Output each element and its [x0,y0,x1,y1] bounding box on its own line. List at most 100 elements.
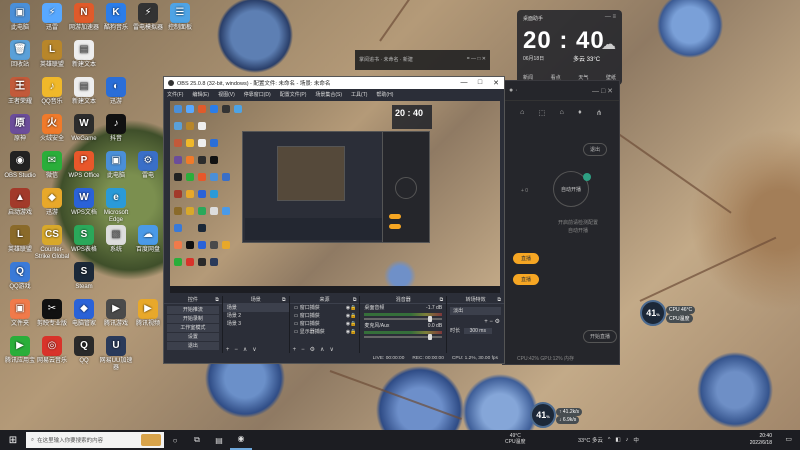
network-gauge[interactable]: 41% [530,402,556,428]
notification-icon[interactable]: ▭ [785,435,792,443]
desktop-icon[interactable]: ☰ 控制面板 [161,3,199,32]
menu-docks[interactable]: 停靠窗口(D) [244,91,271,98]
side-app-window-controls[interactable]: — □ ✕ [592,87,613,95]
background-window-controls[interactable]: = — □ ✕ [467,56,486,62]
move-down-icon[interactable]: ∨ [329,346,333,353]
volume-slider[interactable] [364,334,443,340]
maximize-button[interactable]: □ [472,79,488,87]
preview-desktop-icon [174,224,182,232]
volume-icon[interactable]: ♪ [626,437,629,443]
exit-obs-button[interactable]: 退出 [167,342,219,350]
desktop-icon[interactable]: S Steam [65,262,103,291]
dock-float-icon[interactable]: ⧉ [353,296,357,304]
start-button[interactable]: ⊞ [0,435,26,446]
share-icon[interactable]: ⋔ [596,109,602,117]
add-transition-icon[interactable]: + [484,319,488,325]
desktop-icon[interactable]: Q QQ游戏 [1,262,39,291]
desktop-icon[interactable]: ▶ 腾讯视频 [129,299,167,328]
home-icon[interactable]: ⌂ [520,109,524,117]
source-label: 显示器捕获 [299,329,325,335]
source-item[interactable]: ▭ 窗口捕获 ◉🔒 [290,304,360,312]
remove-transition-icon[interactable]: − [489,319,493,325]
exit-button[interactable]: 退出 [583,143,608,156]
dock-float-icon[interactable]: ⧉ [282,296,286,304]
volume-slider-handle[interactable] [428,316,433,322]
start-recording-button[interactable]: 开始录制 [167,315,219,323]
obs-window[interactable]: OBS 25.0.8 (32-bit, windows) - 配置文件: 未命名… [163,76,505,364]
input-method-icon[interactable]: 中 [633,436,639,444]
transition-settings-icon[interactable]: ⚙ [495,319,500,325]
source-item[interactable]: ▭ 显示器捕获 ◉🔒 [290,328,360,336]
visibility-eye-icon[interactable]: ◉🔒 [346,312,357,320]
settings-button[interactable]: 设置 [167,333,219,341]
obs-taskbar-icon[interactable]: ◉ [230,430,252,450]
dock-float-icon[interactable]: ⧉ [440,296,444,304]
desktop-icon[interactable]: ☁ 百度网盘 [129,225,167,254]
taskbar-clock[interactable]: 20:40 2022/6/18 [750,433,772,447]
duration-input[interactable]: 300 ms [463,328,492,334]
close-button[interactable]: ✕ [488,79,504,87]
task-view-icon[interactable]: ○ [164,436,186,445]
obs-preview-canvas[interactable]: 20 : 40 [170,101,500,293]
widget-menu-icon[interactable]: — ≡ [605,14,616,20]
transition-select[interactable]: 淡出 [450,307,501,315]
background-window[interactable]: 掌阅追书 · 未命名 · 新建 = — □ ✕ [355,50,490,70]
volume-slider[interactable] [364,316,443,322]
menu-scene-collection[interactable]: 场景集合(S) [315,91,342,98]
dock-float-icon[interactable]: ⧉ [497,296,501,304]
studio-mode-button[interactable]: 工作室模式 [167,324,219,332]
taskbar-app-icon[interactable]: ⧉ [186,435,208,445]
source-item[interactable]: ▭ 窗口捕获 ◉🔒 [290,312,360,320]
menu-edit[interactable]: 编辑(E) [192,91,209,98]
scene-item[interactable]: 场景 [222,304,289,312]
menu-view[interactable]: 视图(V) [218,91,235,98]
visibility-eye-icon[interactable]: ◉🔒 [346,304,357,312]
taskbar-search-box[interactable]: ⌕ 在这里输入你要搜索的内容 [26,432,164,448]
menu-help[interactable]: 帮助(H) [376,91,393,98]
add-scene-icon[interactable]: + [226,347,230,353]
gift-icon[interactable]: ⬚ [539,109,546,117]
start-live-button[interactable]: 开始直播 [583,330,618,343]
move-up-icon[interactable]: ∧ [320,346,324,353]
desktop-icon[interactable]: ♪ 抖音 [97,114,135,143]
source-item[interactable]: ▭ 窗口捕获 ◉🔒 [290,320,360,328]
scene-item[interactable]: 场景 3 [223,320,289,328]
source-settings-icon[interactable]: ⚙ [310,346,315,353]
live-button-1[interactable]: 直播 [513,253,540,264]
move-up-icon[interactable]: ∧ [243,346,247,353]
desktop-icon[interactable]: ▤ 新建文本 [65,40,103,69]
clock-weather-widget[interactable]: 桌面助手 — ≡ 20 : 40 ☁ 06月18日 多云 33°C 新闻 看点 … [517,10,622,85]
add-source-icon[interactable]: + [293,347,297,353]
cpu-gauge[interactable]: 41% [640,300,666,326]
start-streaming-button[interactable]: 开始推流 [167,306,219,314]
minimize-button[interactable]: — [456,79,472,87]
desktop-icon[interactable]: ⚙ 雷电 [129,151,167,180]
scene-item[interactable]: 场景 2 [223,312,289,320]
menu-file[interactable]: 文件(F) [167,91,183,98]
weather-tray[interactable]: 33°C 多云 [578,436,603,444]
desktop-icon[interactable]: U 网易UU加速器 [97,336,135,372]
dock-float-icon[interactable]: ⧉ [215,296,219,304]
visibility-eye-icon[interactable]: ◉🔒 [346,320,357,328]
lock-icon[interactable]: ⌂ [560,109,564,117]
remove-source-icon[interactable]: − [301,347,305,353]
visibility-eye-icon[interactable]: ◉🔒 [346,328,357,336]
preview-desktop-icon [210,241,218,249]
network-icon[interactable]: ◧ [615,437,620,443]
app-icon: ▶ [106,299,126,319]
live-button-2[interactable]: 直播 [513,274,540,285]
streaming-assistant-app[interactable]: ● · — □ ✕ ⌂ ⬚ ⌂ ♦ ⋔ 退出 + 0 自动开播 开启前请检测配置… [502,80,620,365]
file-explorer-icon[interactable]: ▤ [208,436,230,445]
volume-slider-handle[interactable] [428,334,433,340]
menu-tools[interactable]: 工具(T) [351,91,367,98]
desktop-icon-label: 控制面板 [167,25,192,31]
side-app-avatar[interactable]: ● · [509,87,518,94]
bell-icon[interactable]: ♦ [578,109,582,117]
tray-expand-icon[interactable]: ^ [608,437,611,443]
desktop-icon[interactable]: ◐ 迅游 [97,77,135,106]
desktop-icon[interactable]: e Microsoft Edge [97,188,135,224]
move-down-icon[interactable]: ∨ [252,346,256,353]
remove-scene-icon[interactable]: − [234,347,238,353]
sources-dock: 来源 ⧉ ▭ 窗口捕获 ◉🔒 ▭ 窗口捕获 ◉🔒 ▭ 窗口捕获 ◉🔒 ▭ 显示器捕获 ◉🔒… [289,296,360,354]
menu-profile[interactable]: 配置文件(P) [280,91,307,98]
